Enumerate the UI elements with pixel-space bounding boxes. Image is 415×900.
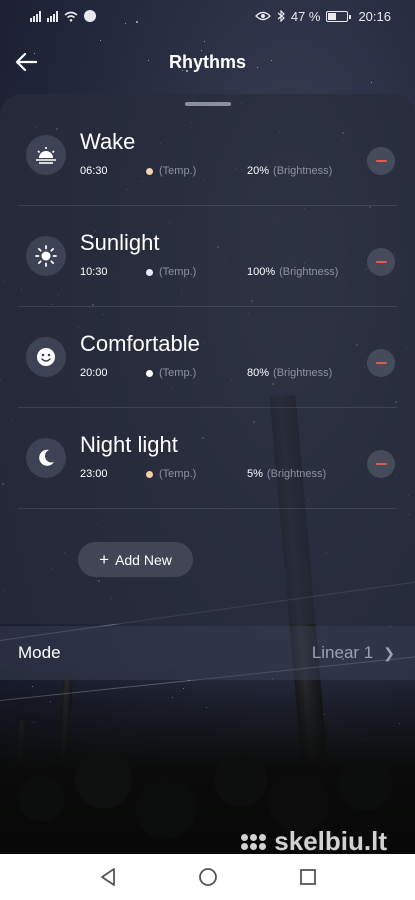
brightness-label: (Brightness) <box>273 367 333 379</box>
color-temp-dot <box>146 268 153 276</box>
nav-home-button[interactable] <box>193 862 223 892</box>
brightness-value: 5% <box>247 468 263 480</box>
battery-percent: 47 % <box>290 8 321 24</box>
messenger-icon <box>84 10 96 22</box>
color-temp-dot <box>146 369 153 377</box>
rhythm-name: Comfortable <box>80 331 200 356</box>
status-bar: 47 % 20:16 <box>0 0 415 32</box>
mode-value: Linear 1 <box>311 643 374 662</box>
rhythm-time: 20:00 <box>80 367 108 379</box>
chevron-right-icon: ❯ <box>383 644 395 661</box>
rhythm-time: 23:00 <box>80 468 108 480</box>
status-left <box>30 10 96 22</box>
rhythm-time: 10:30 <box>80 266 108 278</box>
rhythm-meta: 23:00 (Temp.) 5% (Brightness) <box>80 468 326 480</box>
remove-button[interactable] <box>367 147 395 175</box>
brightness-label: (Brightness) <box>266 468 327 480</box>
mode-row[interactable]: Mode Linear 1 ❯ <box>0 626 415 680</box>
rhythms-panel: Wake 06:30 (Temp.) 20% (Brightness) Sunl… <box>0 94 415 624</box>
square-recents-icon <box>299 869 316 885</box>
moon-icon <box>26 438 66 478</box>
rhythm-meta: 10:30 (Temp.) 100% (Brightness) <box>80 266 338 278</box>
arrow-left-icon <box>15 53 37 71</box>
status-right: 47 % 20:16 <box>254 8 391 24</box>
color-temp-dot <box>146 470 153 478</box>
add-new-label: Add New <box>115 551 172 568</box>
minus-icon <box>375 362 387 364</box>
temp-label: (Temp.) <box>159 266 197 278</box>
sunrise-icon <box>26 135 66 175</box>
temp-label: (Temp.) <box>159 165 197 177</box>
circle-home-icon <box>198 868 217 886</box>
rhythm-meta: 06:30 (Temp.) 20% (Brightness) <box>80 165 332 177</box>
eye-icon <box>254 11 271 21</box>
rhythm-name: Night light <box>80 432 178 457</box>
battery-icon <box>326 10 352 22</box>
page-title: Rhythms <box>168 51 246 72</box>
triangle-back-icon <box>100 868 115 886</box>
brightness-value: 20% <box>247 165 270 177</box>
rhythm-item-wake[interactable]: Wake 06:30 (Temp.) 20% (Brightness) <box>18 105 397 206</box>
rhythm-time: 06:30 <box>80 165 108 177</box>
brightness-label: (Brightness) <box>279 266 339 278</box>
bluetooth-icon <box>277 10 285 22</box>
smiley-icon <box>26 337 66 377</box>
signal-icon <box>30 10 41 22</box>
minus-icon <box>375 463 387 465</box>
watermark-logo-icon <box>241 833 267 850</box>
watermark-text: skelbiu.lt <box>274 826 387 856</box>
remove-button[interactable] <box>367 349 395 377</box>
minus-icon <box>375 160 387 162</box>
header: Rhythms <box>0 40 415 84</box>
rhythm-name: Sunlight <box>80 230 160 255</box>
rhythm-item-sunlight[interactable]: Sunlight 10:30 (Temp.) 100% (Brightness) <box>18 206 397 307</box>
system-nav-bar <box>0 854 415 900</box>
brightness-value: 80% <box>247 367 270 379</box>
rhythm-name: Wake <box>80 129 136 154</box>
rhythm-item-comfortable[interactable]: Comfortable 20:00 (Temp.) 80% (Brightnes… <box>18 307 397 408</box>
watermark: skelbiu.lt <box>241 826 387 857</box>
rhythm-item-night-light[interactable]: Night light 23:00 (Temp.) 5% (Brightness… <box>18 408 397 509</box>
remove-button[interactable] <box>367 248 395 276</box>
color-temp-dot <box>146 167 153 175</box>
mode-value-group: Linear 1 ❯ <box>312 643 395 663</box>
brightness-label: (Brightness) <box>273 165 333 177</box>
add-new-button[interactable]: + Add New <box>78 542 193 577</box>
brightness-value: 100% <box>247 266 276 278</box>
temp-label: (Temp.) <box>159 468 197 480</box>
remove-button[interactable] <box>367 450 395 478</box>
signal-icon <box>47 10 58 22</box>
nav-back-button[interactable] <box>93 862 123 892</box>
clock: 20:16 <box>358 8 391 24</box>
back-button[interactable] <box>12 48 40 76</box>
rhythm-meta: 20:00 (Temp.) 80% (Brightness) <box>80 367 332 379</box>
nav-recents-button[interactable] <box>293 862 323 892</box>
mode-label: Mode <box>18 643 61 662</box>
plus-icon: + <box>99 550 110 569</box>
sun-icon <box>26 236 66 276</box>
wifi-icon <box>64 11 78 22</box>
minus-icon <box>375 261 387 263</box>
temp-label: (Temp.) <box>159 367 197 379</box>
